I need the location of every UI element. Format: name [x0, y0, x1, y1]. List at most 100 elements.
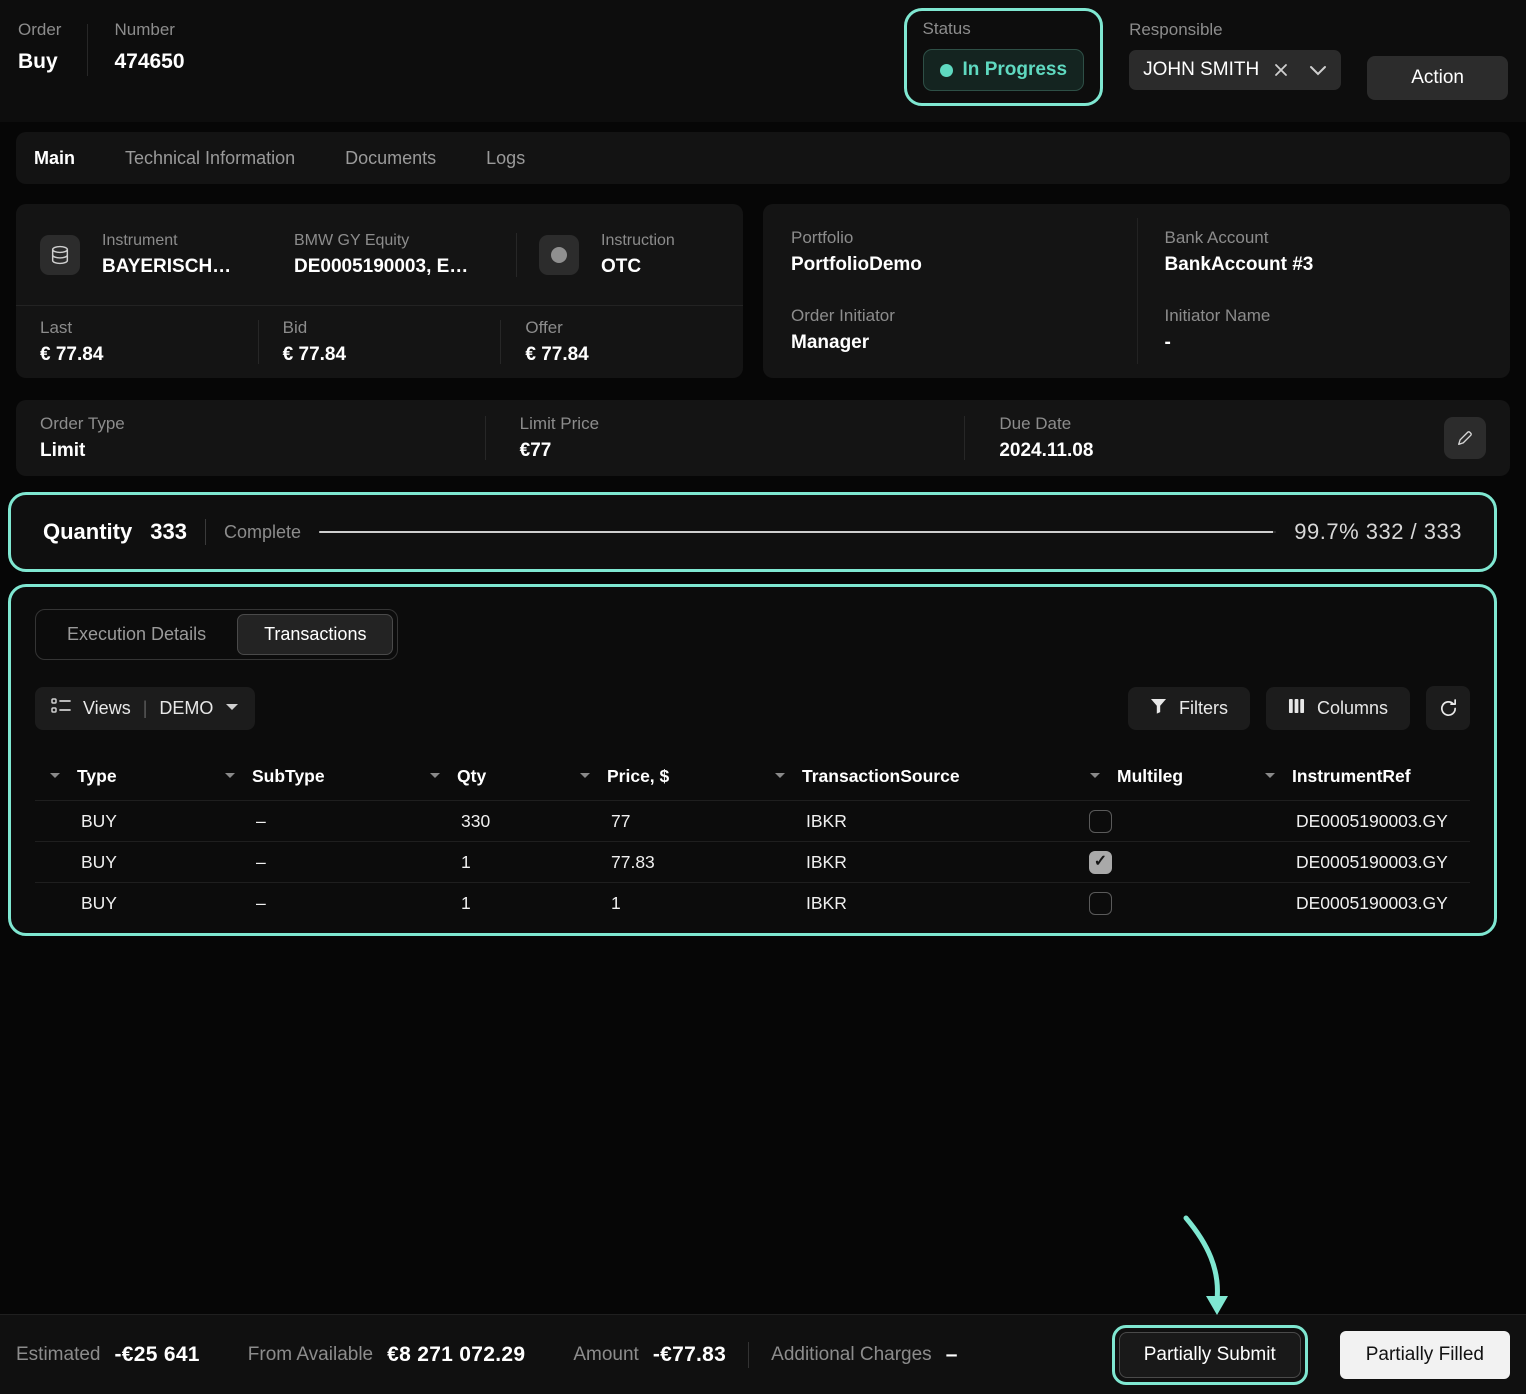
tab-logs[interactable]: Logs — [486, 148, 525, 169]
clear-icon[interactable] — [1273, 62, 1289, 78]
table-toolbar: Views | DEMO Filters Columns — [35, 686, 1470, 730]
quantity-value: 333 — [150, 519, 187, 545]
responsible-label: Responsible — [1129, 20, 1341, 40]
status-value: In Progress — [963, 59, 1068, 81]
quantity-progress-bar — [319, 531, 1276, 533]
responsible-value: JOHN SMITH — [1143, 59, 1259, 81]
cell-type: BUY — [35, 893, 210, 914]
cell-price: 77.83 — [565, 852, 760, 873]
columns-button[interactable]: Columns — [1266, 687, 1410, 730]
tab-execution-details[interactable]: Execution Details — [40, 614, 233, 655]
partially-filled-button[interactable]: Partially Filled — [1340, 1331, 1510, 1379]
cell-price: 77 — [565, 811, 760, 832]
bank-account-value: BankAccount #3 — [1165, 254, 1483, 276]
partially-submit-annotation-ring: Partially Submit — [1112, 1325, 1308, 1385]
cell-qty: 330 — [415, 811, 565, 832]
filters-button[interactable]: Filters — [1128, 687, 1250, 730]
limit-price-label: Limit Price — [520, 414, 965, 434]
edit-button[interactable] — [1444, 417, 1486, 459]
number-value: 474650 — [114, 50, 184, 74]
order-field: Order Buy — [18, 20, 61, 74]
number-label: Number — [114, 20, 184, 40]
cell-instrument-ref: DE0005190003.GY — [1250, 811, 1470, 832]
tab-transactions[interactable]: Transactions — [237, 614, 393, 655]
column-header-qty[interactable]: Qty — [415, 766, 565, 787]
cell-subtype: – — [210, 852, 415, 873]
cell-source: IBKR — [760, 811, 1075, 832]
tab-main[interactable]: Main — [34, 148, 75, 169]
column-header-transactionsource[interactable]: TransactionSource — [760, 766, 1075, 787]
column-header-subtype[interactable]: SubType — [210, 766, 415, 787]
amount-label: Amount — [573, 1344, 638, 1366]
partially-submit-button[interactable]: Partially Submit — [1119, 1332, 1301, 1378]
number-field: Number 474650 — [114, 20, 184, 74]
offer-value: € 77.84 — [525, 344, 719, 366]
chevron-down-icon — [225, 699, 239, 717]
cell-qty: 1 — [415, 852, 565, 873]
multileg-checkbox[interactable] — [1089, 810, 1112, 833]
order-label: Order — [18, 20, 61, 40]
quantity-status: Complete — [224, 522, 301, 543]
multileg-checkbox[interactable] — [1089, 892, 1112, 915]
order-header: Order Buy Number 474650 Status In Progre… — [0, 0, 1526, 122]
details-tabs: Execution Details Transactions — [35, 609, 398, 660]
filter-icon — [1150, 698, 1167, 719]
main-tabs: Main Technical Information Documents Log… — [16, 132, 1510, 184]
status-badge: In Progress — [923, 49, 1085, 91]
responsible-select[interactable]: JOHN SMITH — [1129, 50, 1341, 90]
additional-charges-value: – — [946, 1343, 958, 1367]
estimated-value: -€25 641 — [114, 1343, 199, 1367]
column-header-multileg[interactable]: Multileg — [1075, 766, 1250, 787]
views-label: Views — [83, 698, 131, 719]
equity-value: DE0005190003, E… — [294, 256, 494, 278]
bank-account-label: Bank Account — [1165, 228, 1483, 248]
instruction-icon — [539, 235, 579, 275]
chevron-down-icon[interactable] — [1309, 65, 1327, 76]
instrument-card: Instrument BAYERISCH… BMW GY Equity DE00… — [16, 204, 743, 378]
additional-charges-label: Additional Charges — [771, 1344, 932, 1366]
estimated-label: Estimated — [16, 1344, 100, 1366]
cell-price: 1 — [565, 893, 760, 914]
tab-technical-information[interactable]: Technical Information — [125, 148, 295, 169]
cell-subtype: – — [210, 811, 415, 832]
table-row[interactable]: BUY – 1 77.83 IBKR DE0005190003.GY — [35, 841, 1470, 882]
refresh-button[interactable] — [1426, 686, 1470, 730]
instrument-icon — [40, 235, 80, 275]
instrument-value: BAYERISCH… — [102, 256, 272, 278]
cell-instrument-ref: DE0005190003.GY — [1250, 852, 1470, 873]
header-divider — [87, 24, 88, 76]
column-header-type[interactable]: Type — [35, 766, 210, 787]
amount-value: -€77.83 — [653, 1343, 726, 1367]
table-row[interactable]: BUY – 1 1 IBKR DE0005190003.GY — [35, 882, 1470, 923]
bid-value: € 77.84 — [283, 344, 477, 366]
views-icon — [51, 697, 71, 720]
transactions-panel: Execution Details Transactions Views | D… — [8, 584, 1497, 936]
quantity-progress-text: 99.7% 332 / 333 — [1294, 519, 1462, 545]
order-type-value: Limit — [40, 440, 485, 462]
column-header-price[interactable]: Price, $ — [565, 766, 760, 787]
column-header-instrumentref[interactable]: InstrumentRef — [1250, 766, 1470, 787]
order-initiator-value: Manager — [791, 332, 1109, 354]
columns-icon — [1288, 698, 1305, 719]
tab-documents[interactable]: Documents — [345, 148, 436, 169]
instrument-label: Instrument — [102, 232, 272, 250]
order-details-bar: Order Type Limit Limit Price €77 Due Dat… — [16, 400, 1510, 476]
status-dot-icon — [940, 64, 953, 77]
offer-label: Offer — [525, 318, 719, 338]
status-label: Status — [923, 19, 1085, 39]
portfolio-label: Portfolio — [791, 228, 1109, 248]
cell-type: BUY — [35, 811, 210, 832]
transactions-table: Type SubType Qty Price, $ TransactionSou… — [35, 752, 1470, 923]
initiator-name-value: - — [1165, 332, 1483, 354]
due-date-label: Due Date — [999, 414, 1444, 434]
cell-type: BUY — [35, 852, 210, 873]
due-date-value: 2024.11.08 — [999, 440, 1444, 462]
responsible-field: Responsible JOHN SMITH — [1129, 20, 1341, 90]
table-row[interactable]: BUY – 330 77 IBKR DE0005190003.GY — [35, 800, 1470, 841]
views-select[interactable]: Views | DEMO — [35, 687, 255, 730]
instruction-value: OTC — [601, 256, 675, 278]
multileg-checkbox[interactable] — [1089, 851, 1112, 874]
cell-instrument-ref: DE0005190003.GY — [1250, 893, 1470, 914]
order-initiator-label: Order Initiator — [791, 306, 1109, 326]
action-button[interactable]: Action — [1367, 56, 1508, 100]
